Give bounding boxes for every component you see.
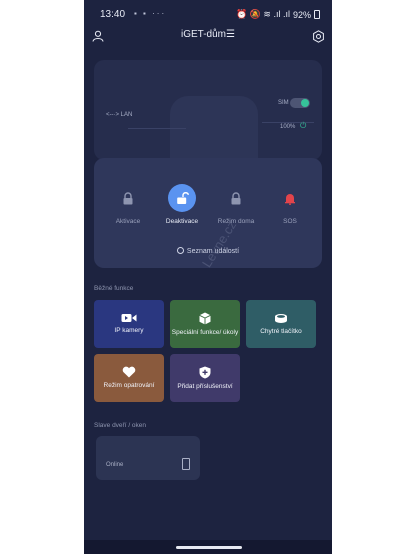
tile-ip-cameras-label: IP kamery bbox=[114, 327, 144, 334]
gear-icon bbox=[312, 29, 324, 43]
status-right: ⏰ 🔕 ≋ .ıl .ıl 92% bbox=[236, 9, 320, 20]
battery-icon bbox=[314, 10, 320, 19]
hub-battery-label: 100% bbox=[280, 124, 296, 130]
unlock-icon bbox=[168, 184, 196, 212]
tile-smart-button-label: Chytré tlačítko bbox=[260, 327, 302, 335]
tile-care-mode[interactable]: Režim opatrování bbox=[94, 354, 164, 402]
app-bar: iGET-dům☰ bbox=[84, 24, 332, 48]
heart-icon bbox=[122, 366, 136, 378]
status-bar: 13:40 ▪ ▪ ··· ⏰ 🔕 ≋ .ıl .ıl 92% bbox=[84, 0, 332, 26]
status-time: 13:40 bbox=[100, 9, 126, 20]
home-indicator[interactable] bbox=[176, 546, 242, 549]
tile-special-functions-label: Speciální funkce/ úkoly bbox=[171, 328, 239, 336]
tile-ip-cameras[interactable]: IP kamery bbox=[94, 300, 164, 348]
mode-home[interactable]: Režim doma bbox=[208, 184, 264, 225]
section-rooms-title: Slave dveří / oken bbox=[94, 422, 147, 429]
clock-icon bbox=[176, 247, 184, 254]
mode-arm-label: Aktivace bbox=[115, 218, 141, 225]
shield-plus-icon bbox=[199, 366, 211, 378]
mode-arm[interactable]: Aktivace bbox=[100, 184, 156, 225]
tile-care-mode-label: Režim opatrování bbox=[103, 382, 155, 389]
mode-sos[interactable]: SOS bbox=[262, 184, 318, 225]
mode-disarm[interactable]: Deaktivace bbox=[154, 184, 210, 225]
toggle-knob bbox=[301, 99, 309, 107]
tile-special-functions[interactable]: Speciální funkce/ úkoly bbox=[170, 300, 240, 348]
lan-connector-line bbox=[128, 128, 186, 129]
sim-toggle[interactable] bbox=[290, 98, 310, 108]
plug-icon: ⏻ bbox=[300, 121, 307, 130]
room-card[interactable]: Online bbox=[96, 436, 200, 480]
mode-disarm-label: Deaktivace bbox=[165, 218, 199, 225]
notification-icons: ▪ ▪ ··· bbox=[134, 9, 167, 18]
home-lock-icon bbox=[222, 184, 250, 212]
app-screen: 13:40 ▪ ▪ ··· ⏰ 🔕 ≋ .ıl .ıl 92% iGET-dům… bbox=[84, 0, 332, 554]
camera-icon bbox=[121, 314, 137, 322]
home-selector[interactable]: iGET-dům☰ bbox=[84, 29, 332, 40]
system-icons: ⏰ 🔕 ≋ .ıl .ıl bbox=[236, 9, 290, 19]
tile-smart-button[interactable]: Chytré tlačítko bbox=[246, 300, 316, 348]
home-name: iGET-dům bbox=[181, 29, 227, 40]
mode-sos-label: SOS bbox=[283, 218, 297, 225]
hub-status-card[interactable]: <--·> LAN SIM 100% ⏻ bbox=[94, 60, 322, 160]
device-icon bbox=[182, 458, 190, 470]
tile-add-accessory-label: Přidat příslušenství bbox=[177, 382, 233, 390]
section-common-title: Běžné funkce bbox=[94, 285, 134, 292]
menu-icon: ☰ bbox=[226, 29, 235, 40]
lock-icon bbox=[114, 184, 142, 212]
lan-label: <--·> LAN bbox=[106, 112, 133, 118]
button-icon bbox=[275, 313, 287, 323]
room-status: Online bbox=[106, 462, 124, 468]
battery-percent: 92% bbox=[292, 9, 311, 20]
cube-icon bbox=[199, 312, 211, 324]
tile-add-accessory[interactable]: Přidat příslušenství bbox=[170, 354, 240, 402]
bell-icon bbox=[276, 184, 304, 212]
sim-label: SIM bbox=[278, 100, 289, 106]
settings-button[interactable] bbox=[308, 26, 328, 46]
